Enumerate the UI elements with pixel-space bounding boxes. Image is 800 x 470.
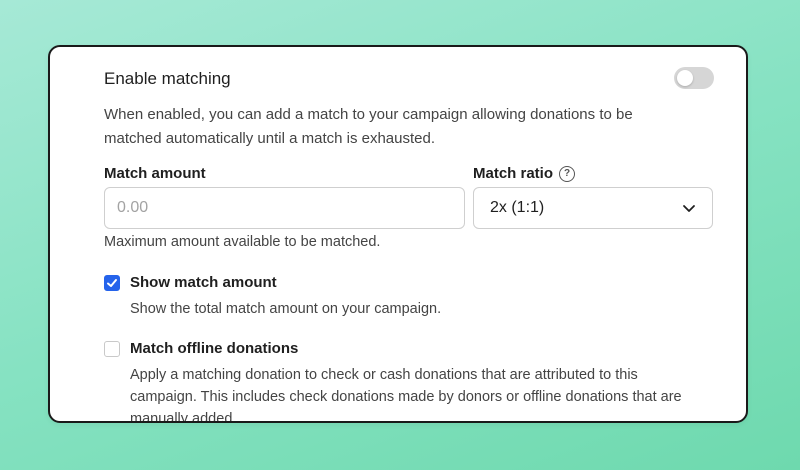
show-match-amount-text: Show match amount Show the total match a… <box>130 273 700 320</box>
show-match-amount-description: Show the total match amount on your camp… <box>130 301 442 317</box>
match-offline-donations-label: Match offline donations <box>130 340 299 357</box>
matching-settings-card: Enable matching When enabled, you can ad… <box>48 45 748 423</box>
checkmark-icon <box>107 279 117 287</box>
chevron-down-icon <box>683 205 695 212</box>
show-match-amount-option: Show match amount Show the total match a… <box>104 273 700 320</box>
show-match-amount-checkbox[interactable] <box>104 275 120 291</box>
match-ratio-label: Match ratio <box>473 165 554 182</box>
toggle-knob <box>677 70 693 86</box>
match-ratio-label-row: Match ratio ? <box>473 165 576 182</box>
enable-matching-title: Enable matching <box>104 69 231 88</box>
show-match-amount-label: Show match amount <box>130 274 277 291</box>
match-offline-donations-text: Match offline donations Apply a matching… <box>130 339 700 423</box>
match-amount-input[interactable] <box>104 187 465 229</box>
match-offline-donations-checkbox[interactable] <box>104 341 120 357</box>
enable-matching-toggle[interactable] <box>674 67 714 89</box>
match-offline-donations-description: Apply a matching donation to check or ca… <box>130 367 682 423</box>
match-amount-hint: Maximum amount available to be matched. <box>104 234 381 250</box>
match-amount-label: Match amount <box>104 165 206 182</box>
match-ratio-select[interactable]: 2x (1:1) <box>473 187 713 229</box>
question-circle-icon[interactable]: ? <box>559 165 576 182</box>
match-ratio-selected-value: 2x (1:1) <box>490 199 545 216</box>
enable-matching-description: When enabled, you can add a match to you… <box>104 106 633 147</box>
match-offline-donations-option: Match offline donations Apply a matching… <box>104 339 700 423</box>
